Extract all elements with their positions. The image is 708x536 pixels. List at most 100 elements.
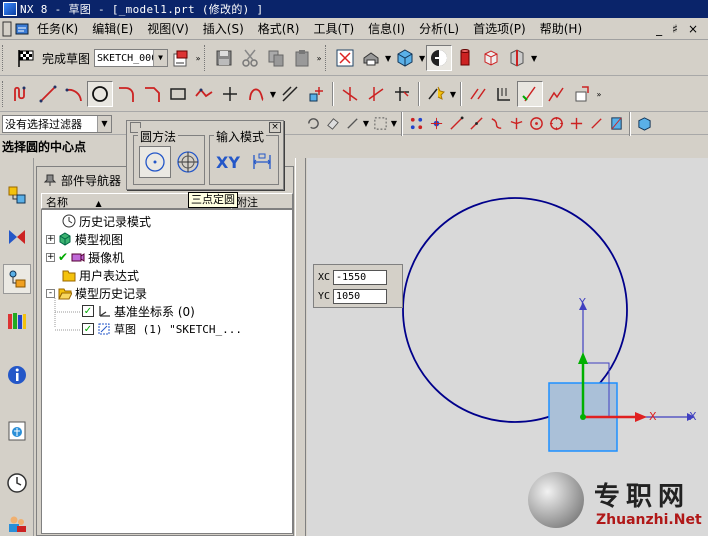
snap-control-icon[interactable] [486, 114, 506, 134]
circle-icon[interactable] [87, 81, 113, 107]
tree-node-sketch[interactable]: ✓ 草图 (1) "SKETCH_... [82, 320, 242, 338]
shaded-cube-icon[interactable] [392, 45, 418, 71]
copy-icon[interactable] [263, 45, 289, 71]
snap-grid-icon[interactable] [406, 114, 426, 134]
menu-task[interactable]: 任务(K) [30, 20, 85, 37]
fit-view-icon[interactable] [332, 45, 358, 71]
snap-endpoint-icon[interactable] [446, 114, 466, 134]
dimension-icon[interactable] [465, 81, 491, 107]
constraint-navigator-tab[interactable] [3, 222, 31, 252]
profile-icon[interactable] [9, 81, 35, 107]
snap-solid-icon[interactable] [634, 114, 654, 134]
snap-on-face-icon[interactable] [606, 114, 626, 134]
paste-icon[interactable] [289, 45, 315, 71]
cut-icon[interactable] [237, 45, 263, 71]
point-icon[interactable] [217, 81, 243, 107]
center-radius-button[interactable] [139, 146, 171, 178]
info-tab[interactable] [3, 360, 31, 390]
chamfer-icon[interactable] [139, 81, 165, 107]
print-icon[interactable] [358, 45, 384, 71]
snap-multi-icon[interactable] [426, 114, 446, 134]
fillet-icon[interactable] [113, 81, 139, 107]
make-corner-icon[interactable] [389, 81, 415, 107]
arc-icon[interactable] [61, 81, 87, 107]
snap-on-curve-icon[interactable] [586, 114, 606, 134]
nx-app-icon[interactable] [3, 2, 17, 16]
save-icon[interactable] [211, 45, 237, 71]
menu-insert[interactable]: 插入(S) [196, 20, 251, 37]
history-tab[interactable] [3, 468, 31, 498]
spline-icon[interactable] [243, 81, 269, 107]
pattern-icon[interactable] [303, 81, 329, 107]
part-navigator-tab[interactable] [3, 264, 31, 294]
snap-center-icon[interactable] [526, 114, 546, 134]
selection-filter-select[interactable]: 没有选择过滤器 ▼ [2, 114, 112, 133]
eraser-icon[interactable] [322, 114, 342, 134]
menu-preferences[interactable]: 首选项(P) [466, 20, 533, 37]
parameter-mode-button[interactable] [246, 146, 278, 178]
snap-intersection-icon[interactable] [506, 114, 526, 134]
chevron-down-icon[interactable]: ▼ [449, 90, 457, 99]
panel-splitter[interactable] [295, 158, 306, 536]
sketch-name-value: SKETCH_000 [97, 52, 158, 64]
chevron-down-icon[interactable]: ▼ [390, 119, 398, 128]
orient-view-icon[interactable] [426, 45, 453, 71]
assembly-navigator-tab[interactable] [3, 180, 31, 210]
web-browser-tab[interactable] [3, 416, 31, 446]
menu-view[interactable]: 视图(V) [140, 20, 196, 37]
toolbar-overflow-icon[interactable]: » [194, 54, 202, 63]
chevron-down-icon[interactable]: ▼ [418, 54, 426, 63]
chevron-down-icon[interactable]: ▼ [530, 54, 538, 63]
toolbar-overflow-icon[interactable]: » [315, 54, 323, 63]
chevron-down-icon[interactable]: ▼ [153, 50, 168, 66]
quick-extend-icon[interactable] [363, 81, 389, 107]
menu-information[interactable]: 信息(I) [361, 20, 412, 37]
close-icon[interactable]: × [269, 122, 281, 133]
auto-constrain-icon[interactable] [423, 81, 449, 107]
polygon-icon[interactable] [191, 81, 217, 107]
chevron-down-icon[interactable]: ▼ [362, 119, 370, 128]
coordinate-mode-button[interactable]: XY [212, 146, 244, 178]
snap-icon[interactable] [342, 114, 362, 134]
csys-origin [580, 414, 586, 420]
line-icon[interactable] [35, 81, 61, 107]
orient-to-sketch-icon[interactable] [168, 45, 194, 71]
chevron-down-icon[interactable]: ▼ [269, 90, 277, 99]
column-notes-header[interactable]: 附注 [231, 193, 293, 209]
snap-midpoint-icon[interactable] [466, 114, 486, 134]
menu-help[interactable]: 帮助(H) [533, 20, 589, 37]
snap-existing-point-icon[interactable] [566, 114, 586, 134]
restore-button[interactable]: ♯ [672, 22, 678, 36]
offset-curve-icon[interactable] [277, 81, 303, 107]
menu-edit[interactable]: 编辑(E) [85, 20, 140, 37]
box-select-icon[interactable] [370, 114, 390, 134]
chevron-down-icon[interactable]: ▼ [384, 54, 392, 63]
snap-quadrant-icon[interactable] [546, 114, 566, 134]
roles-tab[interactable] [3, 508, 31, 536]
menu-tools[interactable]: 工具(T) [306, 20, 361, 37]
show-constraints-icon[interactable] [517, 81, 543, 107]
wireframe-box-icon[interactable] [478, 45, 504, 71]
finish-sketch-button[interactable]: 完成草图 [9, 45, 94, 71]
red-cylinder-icon[interactable] [452, 45, 478, 71]
rectangle-icon[interactable] [165, 81, 191, 107]
sketch-plane-icon[interactable] [569, 81, 595, 107]
xc-input[interactable]: -1550 [333, 270, 388, 285]
section-view-icon[interactable] [504, 45, 530, 71]
menu-analysis[interactable]: 分析(L) [412, 20, 466, 37]
toolbar-overflow-icon[interactable]: » [595, 90, 603, 99]
close-button[interactable]: × [688, 22, 698, 36]
three-point-circle-button[interactable] [172, 146, 204, 178]
yc-input[interactable]: 1050 [333, 289, 388, 304]
chevron-down-icon[interactable]: ▼ [97, 115, 111, 132]
reuse-library-tab[interactable] [3, 306, 31, 336]
xc-row: XC -1550 [318, 270, 388, 285]
minimize-button[interactable]: _ [656, 22, 662, 36]
sketch-name-select[interactable]: SKETCH_000 ▼ [94, 49, 169, 67]
menu-format[interactable]: 格式(R) [251, 20, 307, 37]
quick-trim-icon[interactable] [337, 81, 363, 107]
undo-icon[interactable] [302, 114, 322, 134]
geometric-constraints-icon[interactable] [491, 81, 517, 107]
pin-icon[interactable] [43, 173, 57, 187]
alternate-solution-icon[interactable] [543, 81, 569, 107]
